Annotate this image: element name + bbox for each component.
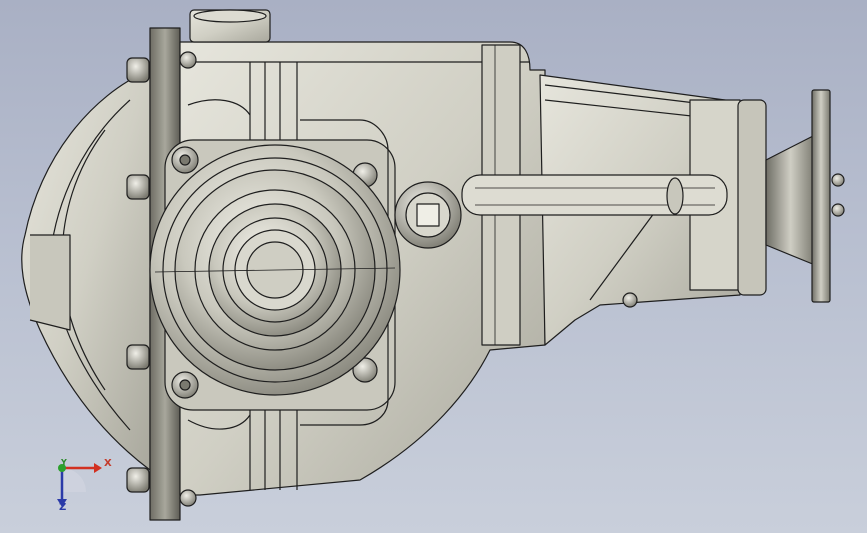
horizontal-strap bbox=[461, 174, 728, 216]
y-axis-label: Y bbox=[61, 458, 67, 467]
z-axis-label: Z bbox=[59, 502, 67, 513]
pinion-flange-plate bbox=[811, 89, 831, 303]
differential-housing-model[interactable] bbox=[0, 0, 867, 533]
plug-square-socket bbox=[416, 203, 440, 227]
pinion-yoke-cone bbox=[765, 134, 816, 266]
x-axis-label: X bbox=[104, 458, 112, 469]
graphics-viewport[interactable]: X Y Z bbox=[0, 0, 867, 533]
